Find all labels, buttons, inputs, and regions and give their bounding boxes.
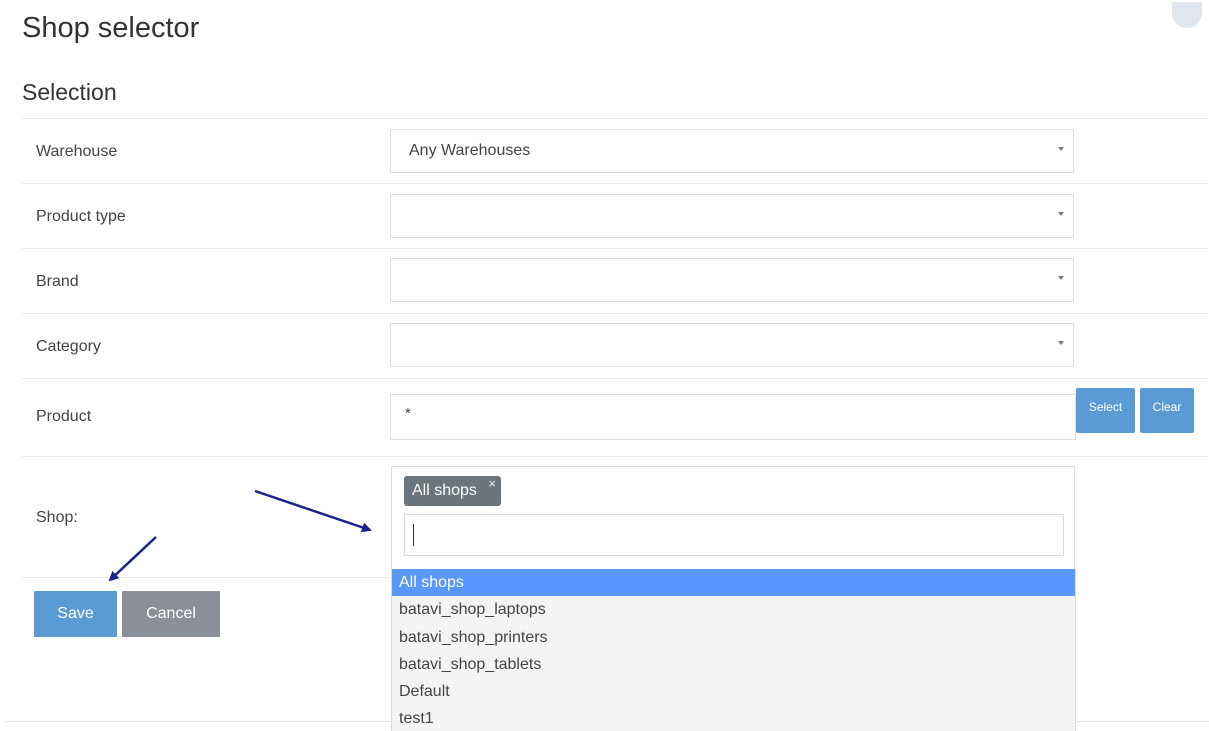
divider xyxy=(22,118,1208,119)
divider xyxy=(22,248,1208,249)
product-clear-button[interactable]: Clear xyxy=(1140,388,1194,433)
shop-tag-label: All shops xyxy=(412,482,477,499)
product-label: Product xyxy=(36,408,92,425)
divider xyxy=(22,456,1208,457)
arrow-icon xyxy=(254,489,372,533)
brand-label: Brand xyxy=(36,273,79,290)
chevron-down-icon xyxy=(1058,276,1064,280)
warehouse-select-value: Any Warehouses xyxy=(409,142,531,159)
chevron-down-icon xyxy=(1058,147,1064,151)
section-title: Selection xyxy=(22,79,117,105)
shop-selected-tag: All shops × xyxy=(404,476,501,506)
shop-option[interactable]: batavi_shop_tablets xyxy=(392,651,1075,678)
close-icon[interactable]: × xyxy=(488,476,496,491)
shop-multiselect[interactable]: All shops × xyxy=(391,466,1075,570)
chevron-down-icon xyxy=(1058,212,1064,216)
arrow-icon xyxy=(108,536,157,582)
shop-label: Shop: xyxy=(36,509,78,526)
page-title: Shop selector xyxy=(22,12,200,44)
save-button[interactable]: Save xyxy=(34,591,117,637)
divider xyxy=(22,577,390,578)
product-select-button[interactable]: Select xyxy=(1076,388,1135,433)
shop-option[interactable]: All shops xyxy=(392,569,1075,597)
shop-dropdown-list: All shops batavi_shop_laptops batavi_sho… xyxy=(391,569,1076,731)
footer-divider xyxy=(1076,721,1209,722)
divider xyxy=(22,313,1208,314)
user-avatar-icon[interactable] xyxy=(1172,2,1202,28)
product-input[interactable]: * xyxy=(390,394,1076,440)
category-select[interactable] xyxy=(390,323,1074,367)
shop-option[interactable]: test1 xyxy=(392,705,1075,731)
product-type-label: Product type xyxy=(36,208,126,225)
text-cursor xyxy=(413,524,414,546)
warehouse-select[interactable]: Any Warehouses xyxy=(390,129,1074,173)
footer-divider xyxy=(4,721,390,722)
shop-option[interactable]: batavi_shop_laptops xyxy=(392,596,1075,623)
category-label: Category xyxy=(36,338,101,355)
divider xyxy=(22,183,1208,184)
shop-option[interactable]: batavi_shop_printers xyxy=(392,624,1075,651)
cancel-button[interactable]: Cancel xyxy=(122,591,220,637)
shop-option[interactable]: Default xyxy=(392,678,1075,705)
divider xyxy=(22,378,1208,379)
brand-select[interactable] xyxy=(390,258,1074,302)
product-type-select[interactable] xyxy=(390,194,1074,238)
warehouse-label: Warehouse xyxy=(36,143,118,160)
shop-search-input[interactable] xyxy=(404,514,1064,556)
chevron-down-icon xyxy=(1058,341,1064,345)
